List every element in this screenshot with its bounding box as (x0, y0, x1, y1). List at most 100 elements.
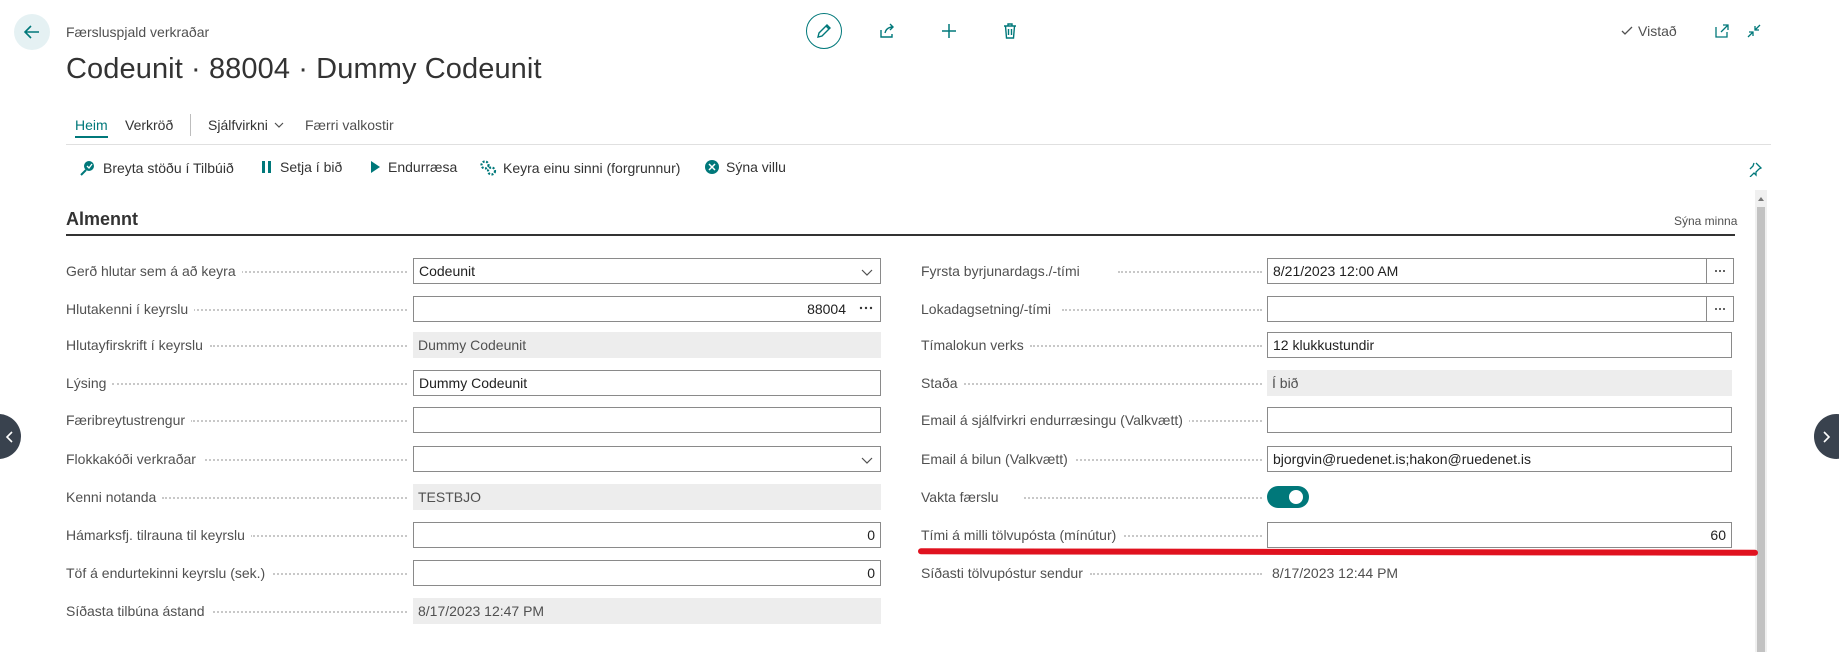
failure-email-input[interactable]: bjorgvin@ruedenet.is;hakon@ruedenet.is (1267, 446, 1732, 472)
tab-automation[interactable]: Sjálfvirkni (208, 117, 285, 133)
field-label: Færibreytustrengur (66, 407, 192, 433)
field-label: Hámarksfj. tilrauna til keyrslu (66, 522, 251, 548)
chevron-down-icon (860, 453, 874, 467)
label-leader (200, 459, 407, 461)
previous-record-button[interactable] (0, 414, 21, 459)
label-leader (230, 271, 407, 273)
scroll-up-icon[interactable] (1755, 193, 1767, 205)
failure-email-value: bjorgvin@ruedenet.is;hakon@ruedenet.is (1273, 451, 1532, 467)
run-once-button[interactable]: Keyra einu sinni (forgrunnur) (479, 159, 680, 177)
show-error-label: Sýna villu (726, 159, 786, 175)
set-on-hold-label: Setja í bið (280, 159, 343, 175)
plus-icon (940, 22, 958, 40)
parameter-string-input[interactable] (413, 407, 881, 433)
set-status-ready-label: Breyta stöðu í Tilbúið (103, 160, 234, 176)
share-button[interactable] (873, 17, 901, 45)
share-icon (878, 22, 896, 40)
field-label: Lýsing (66, 370, 113, 396)
object-type-select[interactable]: Codeunit (413, 258, 881, 284)
ellipsis-icon (1713, 302, 1727, 316)
field-label: Hlutakenni í keyrslu (66, 296, 195, 322)
earliest-start-input[interactable]: 8/21/2023 12:00 AM (1267, 258, 1732, 284)
open-in-new-window-button[interactable] (1710, 19, 1734, 43)
set-on-hold-button[interactable]: Setja í bið (260, 159, 342, 175)
show-error-button[interactable]: Sýna villu (704, 159, 786, 175)
category-code-select[interactable] (413, 446, 881, 472)
job-timeout-input[interactable]: 12 klukkustundir (1267, 332, 1732, 358)
email-interval-value: 60 (1710, 527, 1726, 543)
last-email-sent-value: 8/17/2023 12:44 PM (1267, 560, 1732, 586)
pin-action-bar-button[interactable] (1744, 158, 1766, 180)
play-icon (368, 159, 382, 175)
description-value: Dummy Codeunit (419, 375, 528, 391)
ellipsis-icon[interactable] (858, 300, 874, 316)
back-button[interactable] (14, 14, 50, 50)
checkmark-icon (1620, 24, 1634, 38)
ending-time-assist-button[interactable] (1706, 296, 1734, 322)
label-leader (964, 383, 1262, 385)
status-value: Í bið (1267, 370, 1732, 396)
fewer-options-link[interactable]: Færri valkostir (305, 117, 394, 133)
last-ready-state-value: 8/17/2023 12:47 PM (413, 598, 881, 624)
delete-button[interactable] (996, 17, 1024, 45)
ending-time-input[interactable] (1267, 296, 1732, 322)
label-leader (1030, 345, 1262, 347)
label-leader (210, 345, 407, 347)
restart-button[interactable]: Endurræsa (368, 159, 457, 175)
email-interval-input[interactable]: 60 (1267, 522, 1732, 548)
field-label: Lokadagsetning/-tími (921, 296, 1057, 322)
new-button[interactable] (935, 17, 963, 45)
field-label: Flokkakóði verkraðar (66, 446, 202, 472)
next-record-button[interactable] (1814, 414, 1839, 459)
description-input[interactable]: Dummy Codeunit (413, 370, 881, 396)
restart-label: Endurræsa (388, 159, 458, 175)
label-leader (1024, 497, 1262, 499)
label-leader (250, 535, 407, 537)
field-label: Hlutayfirskrift í keyrslu (66, 332, 209, 358)
collapse-button[interactable] (1742, 19, 1766, 43)
field-label: Fyrsta byrjunardags./-tími (921, 258, 1086, 284)
label-leader (112, 383, 407, 385)
saved-status: Vistað (1620, 23, 1677, 39)
field-label: Email á sjálfvirkri endurræsingu (Valkvæ… (921, 407, 1189, 433)
edit-button[interactable] (806, 13, 842, 49)
set-status-ready-button[interactable]: Breyta stöðu í Tilbúið (79, 159, 234, 177)
label-leader (1090, 573, 1262, 575)
object-caption-value: Dummy Codeunit (413, 332, 881, 358)
max-attempts-input[interactable]: 0 (413, 522, 881, 548)
chevron-down-icon (273, 119, 285, 131)
field-label: Tími á milli tölvupósta (mínútur) (921, 522, 1123, 548)
label-leader (1072, 459, 1262, 461)
tab-home[interactable]: Heim (75, 117, 108, 133)
tab-automation-label: Sjálfvirkni (208, 117, 268, 133)
scrollbar-thumb[interactable] (1757, 207, 1765, 652)
field-label: Síðasti tölvupóstur sendur (921, 560, 1089, 586)
saved-label: Vistað (1638, 23, 1677, 39)
show-less-link[interactable]: Sýna minna (1674, 214, 1737, 228)
open-new-window-icon (1714, 23, 1730, 39)
job-timeout-value: 12 klukkustundir (1273, 337, 1375, 353)
pin-icon (1747, 161, 1763, 177)
ellipsis-icon (1713, 264, 1727, 278)
chevron-left-icon (3, 430, 17, 444)
label-leader (1124, 535, 1262, 537)
field-label: Email á bilun (Valkvætt) (921, 446, 1074, 472)
earliest-start-assist-button[interactable] (1706, 258, 1734, 284)
label-leader (190, 420, 407, 422)
status-change-icon (79, 159, 97, 177)
toggle-knob (1289, 490, 1303, 504)
tab-job-queue[interactable]: Verkröð (125, 117, 173, 133)
restart-email-input[interactable] (1267, 407, 1732, 433)
max-attempts-value: 0 (867, 527, 875, 543)
field-label: Gerð hlutar sem á að keyra (66, 258, 242, 284)
error-circle-icon (704, 159, 720, 175)
object-type-value: Codeunit (419, 263, 476, 279)
object-id-input[interactable]: 88004 (413, 296, 881, 322)
field-label: Kenni notanda (66, 484, 163, 510)
rerun-delay-input[interactable]: 0 (413, 560, 881, 586)
trash-icon (1001, 22, 1019, 40)
user-id-value: TESTBJO (413, 484, 881, 510)
collapse-arrows-icon (1746, 23, 1762, 39)
label-leader (1184, 420, 1262, 422)
field-label: Síðasta tilbúna ástand (66, 598, 211, 624)
